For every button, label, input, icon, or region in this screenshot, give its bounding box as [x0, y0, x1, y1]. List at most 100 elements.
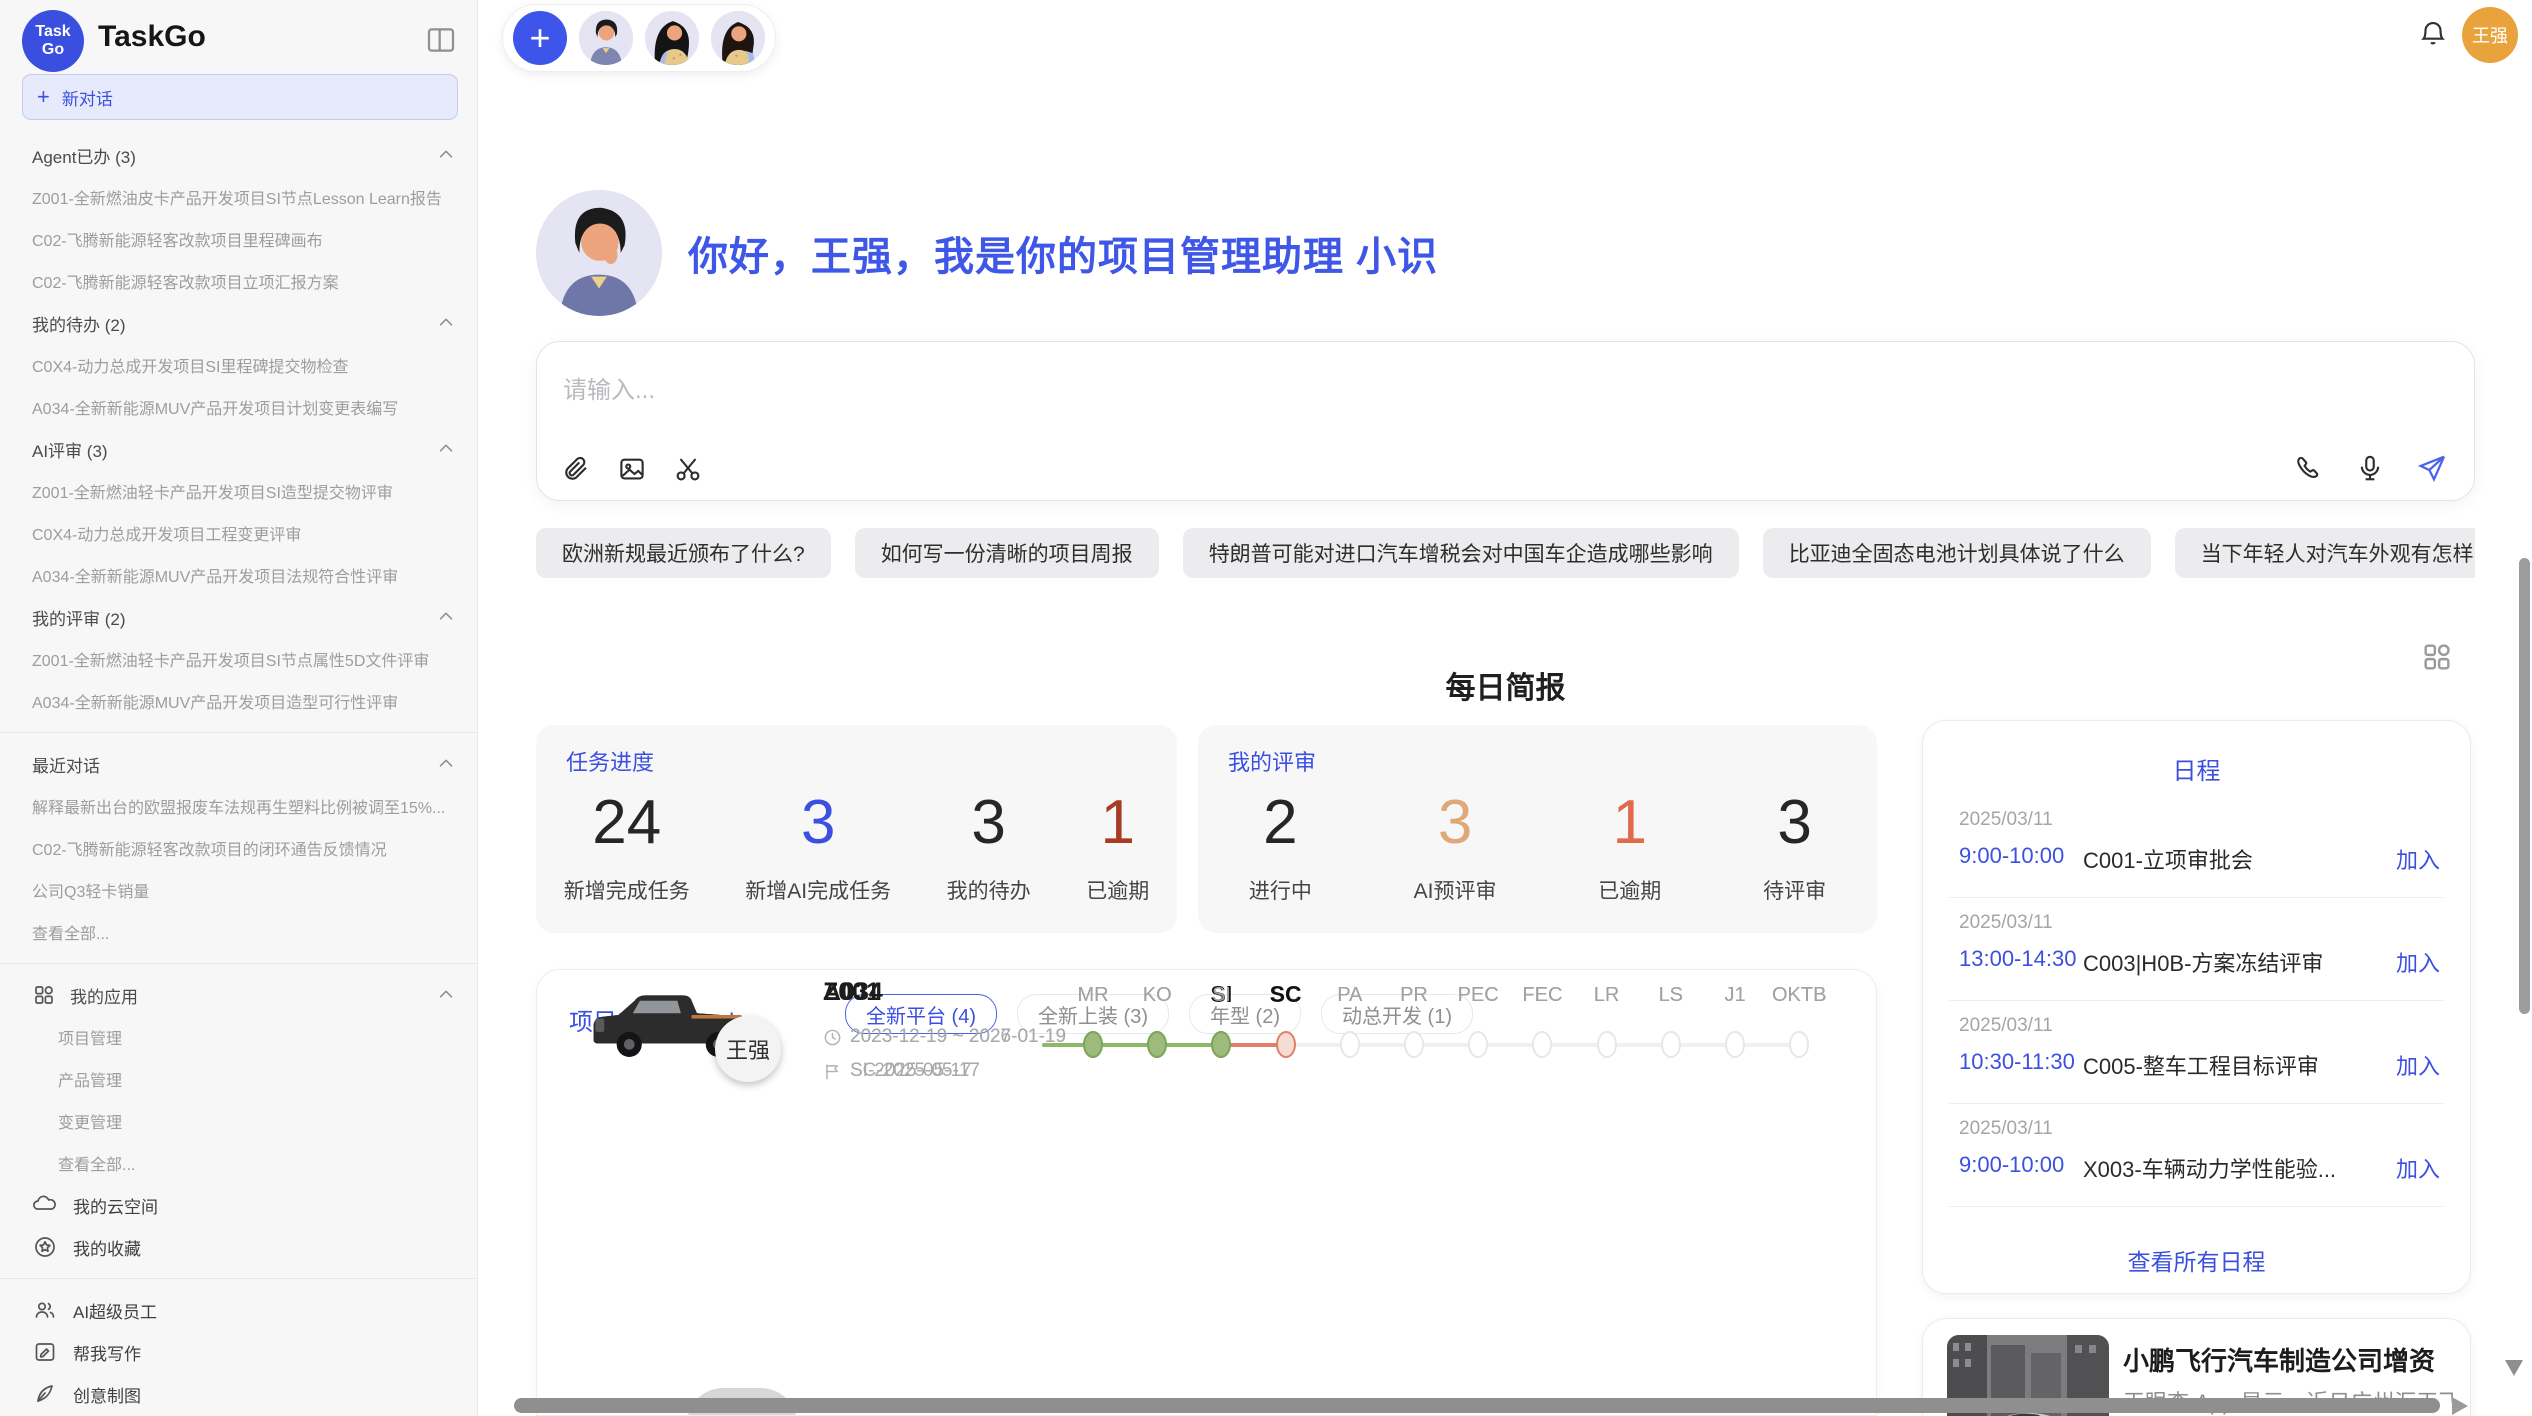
phone-icon[interactable]: [2292, 452, 2324, 484]
project-dates: 2023-12-19 ~ 2026-01-19: [823, 1026, 1066, 1048]
sidebar-recent-header[interactable]: 最近对话: [0, 743, 477, 785]
sidebar-item-label: 创意制图: [73, 1382, 141, 1407]
sidebar-item[interactable]: A034-全新新能源MUV产品开发项目计划变更表编写: [0, 386, 477, 428]
layout-grid-icon[interactable]: [2420, 640, 2454, 674]
sidebar-item[interactable]: C0X4-动力总成开发项目SI里程碑提交物检查: [0, 344, 477, 386]
sidebar-divider: [0, 963, 477, 964]
new-chat-label: 新对话: [62, 85, 113, 110]
app-menu-item[interactable]: 产品管理: [0, 1058, 477, 1100]
milestone-node[interactable]: [1597, 1031, 1617, 1058]
stat-value: 3: [947, 783, 1031, 863]
member-avatar[interactable]: [579, 11, 633, 65]
sidebar-item-cloud[interactable]: 我的云空间: [0, 1184, 477, 1226]
milestone-node[interactable]: [1789, 1031, 1809, 1058]
sidebar-item[interactable]: C02-飞腾新能源轻客改款项目里程碑画布: [0, 218, 477, 260]
milestone-label: SC: [1251, 981, 1321, 1008]
suggestion-chip[interactable]: 特朗普可能对进口汽车增税会对中国车企造成哪些影响: [1183, 528, 1739, 578]
sidebar-item[interactable]: Z001-全新燃油轻卡产品开发项目SI造型提交物评审: [0, 470, 477, 512]
sidebar-item[interactable]: C0X4-动力总成开发项目工程变更评审: [0, 512, 477, 554]
member-avatar[interactable]: [711, 11, 765, 65]
clock-icon: [823, 1028, 842, 1047]
project-dates-text: 2023-12-19 ~ 2026-01-19: [850, 1026, 1066, 1048]
stat-value: 3: [745, 783, 891, 863]
app-menu-item[interactable]: 变更管理: [0, 1100, 477, 1142]
chat-input[interactable]: 请输入...: [563, 370, 655, 405]
sidebar-item-label: 帮我写作: [73, 1340, 141, 1365]
milestone-node[interactable]: [1276, 1031, 1296, 1058]
logo-line1: Task: [35, 23, 70, 41]
sidebar-item[interactable]: C02-飞腾新能源轻客改款项目立项汇报方案: [0, 260, 477, 302]
member-avatar[interactable]: [645, 11, 699, 65]
app-menu-item[interactable]: 查看全部...: [0, 1142, 477, 1184]
schedule-divider: [1949, 1206, 2444, 1207]
project-flag-text: SC-2025-05-17: [850, 1060, 980, 1082]
milestone-node[interactable]: [1661, 1031, 1681, 1058]
milestone-node[interactable]: [1211, 1031, 1231, 1058]
stat-label: 我的待办: [947, 875, 1031, 905]
sidebar-item[interactable]: A034-全新新能源MUV产品开发项目造型可行性评审: [0, 680, 477, 722]
vertical-scrollbar[interactable]: [2519, 558, 2530, 1014]
sidebar-item-write[interactable]: 帮我写作: [0, 1331, 477, 1373]
schedule-time: 9:00-10:00: [1959, 843, 2064, 869]
sidebar-collapse-icon[interactable]: [425, 24, 457, 56]
horizontal-scrollbar[interactable]: [514, 1398, 2440, 1413]
write-icon: [33, 1340, 57, 1364]
notification-bell-icon[interactable]: [2418, 18, 2448, 48]
recent-conversation-item[interactable]: 查看全部...: [0, 911, 477, 953]
milestone-label: LS: [1636, 984, 1706, 1007]
section-title: 我的应用: [70, 983, 435, 1008]
new-chat-button[interactable]: + 新对话: [22, 74, 458, 120]
image-icon[interactable]: [617, 454, 647, 484]
suggestion-chip[interactable]: 如何写一份清晰的项目周报: [855, 528, 1159, 578]
stat-value: 3: [1763, 783, 1826, 863]
milestone-node[interactable]: [1340, 1031, 1360, 1058]
attachment-icon[interactable]: [561, 454, 591, 484]
sidebar-section-header[interactable]: AI评审 (3): [0, 428, 477, 470]
suggestion-chip[interactable]: 当下年轻人对汽车外观有怎样的喜好趋势: [2175, 528, 2475, 578]
chat-composer: 请输入...: [536, 341, 2475, 501]
sidebar-item-people[interactable]: AI超级员工: [0, 1289, 477, 1331]
scroll-down-arrow-icon[interactable]: [2505, 1360, 2523, 1376]
scissors-icon[interactable]: [673, 454, 703, 484]
join-button[interactable]: 加入: [2396, 843, 2440, 875]
user-avatar[interactable]: 王强: [2462, 7, 2518, 63]
scroll-right-arrow-icon[interactable]: [2452, 1397, 2468, 1415]
milestone-node[interactable]: [1468, 1031, 1488, 1058]
stat: 3 我的待办: [947, 783, 1031, 905]
milestone-node[interactable]: [1147, 1031, 1167, 1058]
stat-value: 2: [1249, 783, 1312, 863]
microphone-icon[interactable]: [2354, 452, 2386, 484]
join-button[interactable]: 加入: [2396, 1049, 2440, 1081]
stat: 1已逾期: [1598, 783, 1661, 905]
view-all-schedule-link[interactable]: 查看所有日程: [1923, 1243, 2470, 1277]
sidebar-scroll: Agent已办 (3)Z001-全新燃油皮卡产品开发项目SI节点Lesson L…: [0, 134, 477, 1415]
sidebar-item[interactable]: Z001-全新燃油皮卡产品开发项目SI节点Lesson Learn报告: [0, 176, 477, 218]
stat: 3待评审: [1763, 783, 1826, 905]
sidebar-section-header[interactable]: Agent已办 (3): [0, 134, 477, 176]
milestone-node[interactable]: [1083, 1031, 1103, 1058]
sidebar-item-label: 我的收藏: [73, 1235, 141, 1260]
recent-conversation-item[interactable]: 解释最新出台的欧盟报废车法规再生塑料比例被调至15%...: [0, 785, 477, 827]
sidebar-section-header[interactable]: 我的评审 (2): [0, 596, 477, 638]
recent-conversation-item[interactable]: 公司Q3轻卡销量: [0, 869, 477, 911]
sidebar-item[interactable]: Z001-全新燃油轻卡产品开发项目SI节点属性5D文件评审: [0, 638, 477, 680]
sidebar-task-sections: Agent已办 (3)Z001-全新燃油皮卡产品开发项目SI节点Lesson L…: [0, 134, 477, 722]
sidebar-item[interactable]: A034-全新新能源MUV产品开发项目法规符合性评审: [0, 554, 477, 596]
sidebar-item-pen[interactable]: 创意制图: [0, 1373, 477, 1415]
join-button[interactable]: 加入: [2396, 1152, 2440, 1184]
send-icon[interactable]: [2416, 452, 2448, 484]
app-menu-item[interactable]: 项目管理: [0, 1016, 477, 1058]
suggestion-chip[interactable]: 欧洲新规最近颁布了什么?: [536, 528, 831, 578]
recent-conversation-item[interactable]: C02-飞腾新能源轻客改款项目的闭环通告反馈情况: [0, 827, 477, 869]
project-code: A034: [823, 978, 883, 1007]
join-button[interactable]: 加入: [2396, 946, 2440, 978]
add-member-button[interactable]: +: [513, 11, 567, 65]
milestone-node[interactable]: [1404, 1031, 1424, 1058]
milestone-node[interactable]: [1532, 1031, 1552, 1058]
composer-left-icons: [561, 454, 703, 484]
sidebar-apps-header[interactable]: 我的应用: [0, 974, 477, 1016]
sidebar-section-header[interactable]: 我的待办 (2): [0, 302, 477, 344]
suggestion-chip[interactable]: 比亚迪全固态电池计划具体说了什么: [1763, 528, 2151, 578]
sidebar-item-star[interactable]: 我的收藏: [0, 1226, 477, 1268]
milestone-node[interactable]: [1725, 1031, 1745, 1058]
